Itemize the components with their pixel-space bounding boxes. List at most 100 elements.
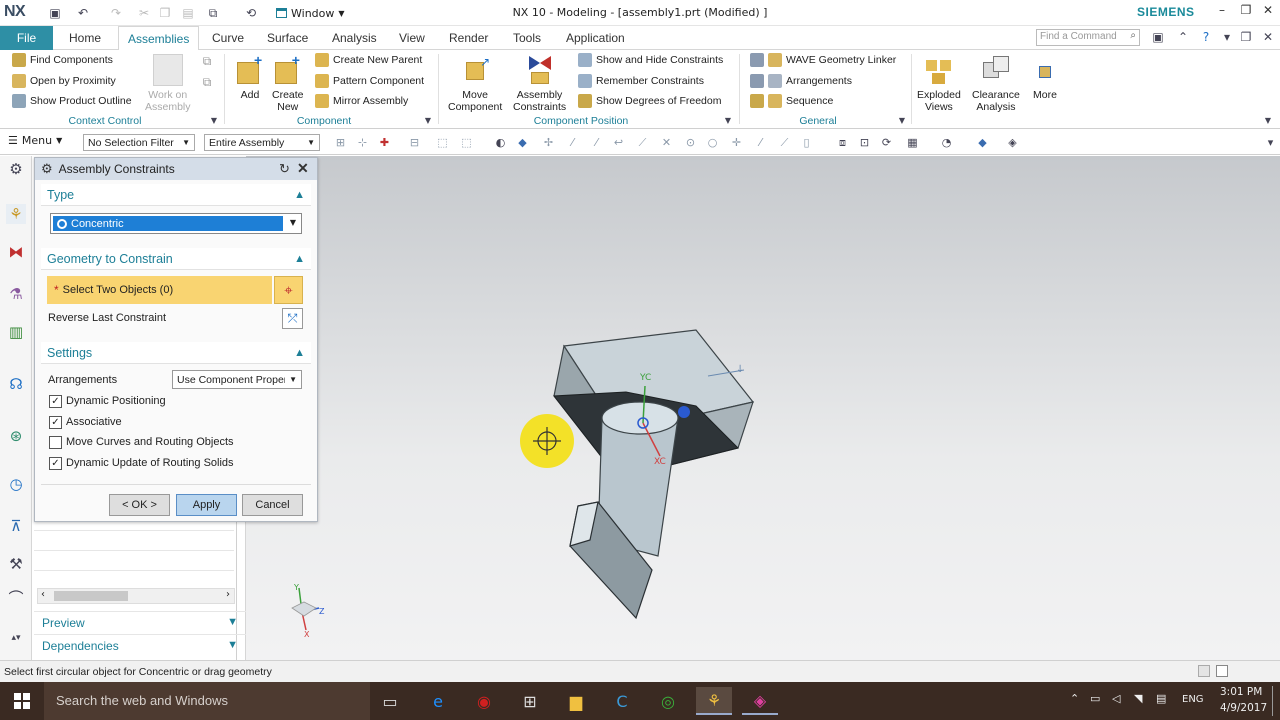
snap-bounded-icon[interactable]: ▯ [800,136,813,149]
history-icon[interactable]: ⊛ [6,426,26,446]
dropdown-icon[interactable]: ▾ [1219,30,1235,46]
resource-bar-options-icon[interactable]: ▴▾ [6,628,26,648]
media-app-icon[interactable]: ◉ [466,687,502,715]
move-curves-checkbox[interactable] [49,436,62,449]
context-option-icon[interactable]: ⧉ [199,53,215,69]
fit-view-icon[interactable]: ⧈ [836,136,849,149]
undo-icon[interactable]: ↶ [75,5,91,21]
notifications-icon[interactable]: ▤ [1156,692,1166,705]
remember-constraints-button[interactable]: Remember Constraints [578,72,704,90]
show-dof-button[interactable]: Show Degrees of Freedom [578,92,721,110]
render-style-icon[interactable]: ◔ [940,136,953,149]
tab-view[interactable]: View [399,26,425,50]
component-icon[interactable]: ◆ [516,136,529,149]
scope-select[interactable]: Entire Assembly ▼ [204,134,320,151]
help-icon[interactable]: ? [1198,30,1214,46]
arrangements-select[interactable]: Use Component Properties ▼ [172,370,302,389]
snap-line-icon[interactable]: ⁄ [590,136,603,149]
paste-icon[interactable]: ▤ [180,5,196,21]
tab-curve[interactable]: Curve [212,26,244,50]
create-new-button[interactable]: + Create New [272,53,304,113]
general-more-icon[interactable]: ▼ [894,112,910,128]
select-objects-row[interactable]: * Select Two Objects (0) [47,276,272,304]
find-components-button[interactable]: Find Components [12,51,113,69]
assembly-constraints-button[interactable]: Assembly Constraints [513,54,566,113]
clock-date[interactable]: 4/9/2017 [1220,702,1267,714]
more-button[interactable]: More [1030,54,1060,101]
settings-gear-icon[interactable]: ⚙ [6,159,26,179]
reuse-library-icon[interactable]: ▥ [6,322,26,342]
ribbon-options-icon[interactable]: ▼ [1260,112,1276,128]
snap-pole-icon[interactable]: ⁄ [754,136,767,149]
store-icon[interactable]: ⊞ [512,687,548,715]
deselect-icon[interactable]: ⊟ [408,136,421,149]
dialog-title-bar[interactable]: ⚙ Assembly Constraints ↻ ✕ [35,158,317,180]
rectangle-select-icon[interactable]: ⬚ [460,136,473,149]
solid-body-icon[interactable]: ◐ [494,136,507,149]
status-fullscreen-icon[interactable] [1216,665,1228,677]
mirror-assembly-button[interactable]: Mirror Assembly [315,92,408,110]
collapse-ribbon-icon[interactable]: ⌃ [1175,30,1191,46]
snap-end-icon[interactable]: ✢ [542,136,555,149]
close-icon[interactable]: ✕ [297,160,309,177]
toolbar-options-icon[interactable]: ▾ [1264,136,1277,149]
touch-mode-icon[interactable]: ⟲ [243,5,259,21]
move-component-button[interactable]: ↗ Move Component [448,54,502,113]
snap-curve-icon[interactable]: ↩ [612,136,625,149]
show-hide-icon[interactable]: ◈ [1006,136,1019,149]
navigator-scrollbar[interactable]: ‹ › [37,588,235,604]
volume-icon[interactable]: ◁ [1112,692,1120,705]
tab-application[interactable]: Application [566,26,625,50]
window-menu[interactable]: Window ▼ [272,4,349,22]
task-view-icon[interactable]: ▭ [372,687,408,715]
chrome-icon[interactable]: ◎ [650,687,686,715]
add-component-button[interactable]: + Add [235,53,265,101]
arrangements-button[interactable]: Arrangements [750,72,852,90]
work-on-assembly-button[interactable]: Work on Assembly [145,54,191,113]
associative-checkbox[interactable]: ✓ [49,416,62,429]
close-icon[interactable]: ✕ [1258,3,1278,21]
component-more-icon[interactable]: ▼ [420,112,436,128]
scroll-right-icon[interactable]: › [226,589,230,600]
wave-linker-button[interactable]: WAVE Geometry Linker [750,51,896,69]
cut-icon[interactable]: ✂ [136,5,152,21]
dynamic-positioning-checkbox[interactable]: ✓ [49,395,62,408]
sequence-button[interactable]: Sequence [750,92,833,110]
snap-point-on-icon[interactable]: ✛ [730,136,743,149]
scroll-left-icon[interactable]: ‹ [41,589,45,600]
recorder-app-icon[interactable]: ◈ [742,687,778,715]
settings-section-header[interactable]: Settings ▲ [41,342,311,364]
tab-assemblies[interactable]: Assemblies [118,26,200,51]
snap-surface-icon[interactable]: ⟋ [778,136,791,149]
minimize-icon[interactable]: – [1212,3,1232,21]
tab-file[interactable]: File [0,26,53,50]
create-new-parent-button[interactable]: Create New Parent [315,51,422,69]
open-by-proximity-button[interactable]: Open by Proximity [12,72,116,90]
action-center-icon[interactable] [1272,686,1275,716]
show-hidden-icons-icon[interactable]: ⌃ [1070,692,1079,705]
show-product-outline-button[interactable]: Show Product Outline [12,92,132,110]
process-studio-icon[interactable]: ⌒ [6,588,26,608]
graphics-window[interactable]: YC XC ↓ Y Z X [246,156,1280,660]
save-icon[interactable]: ▣ [47,5,63,21]
part-navigator-icon[interactable]: ⚗ [6,284,26,304]
cancel-button[interactable]: Cancel [242,494,303,516]
pattern-component-button[interactable]: Pattern Component [315,72,424,90]
selection-mode-icon[interactable]: ⬚ [436,136,449,149]
context-control-more-icon[interactable]: ▼ [206,112,222,128]
assembly-navigator-icon[interactable]: ⚘ [6,204,26,224]
clock-icon[interactable]: ◷ [6,474,26,494]
select-objects-button[interactable]: ⌖ [274,276,303,304]
reset-icon[interactable]: ↻ [279,161,290,177]
dynamic-update-checkbox[interactable]: ✓ [49,457,62,470]
system-materials-icon[interactable]: ⚒ [6,554,26,574]
copy-icon[interactable]: ❐ [157,5,173,21]
tab-tools[interactable]: Tools [513,26,541,50]
scrollbar-thumb[interactable] [54,591,128,601]
orient-view-icon[interactable]: ▦ [906,136,919,149]
ccleaner-icon[interactable]: C [604,687,640,715]
start-button[interactable] [0,682,44,720]
exploded-views-button[interactable]: Exploded Views [917,54,961,113]
constraint-navigator-icon[interactable]: ⧓ [6,242,26,262]
component-position-more-icon[interactable]: ▼ [720,112,736,128]
